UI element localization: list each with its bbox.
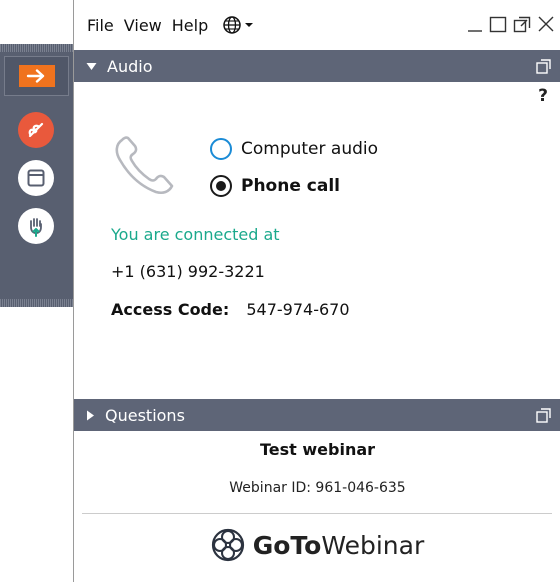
raise-hand-button[interactable] — [13, 203, 59, 249]
control-panel-strip — [0, 44, 73, 307]
questions-panel-header[interactable]: Questions — [74, 399, 560, 431]
minimize-icon[interactable] — [467, 14, 483, 34]
access-code-label: Access Code: — [111, 300, 230, 319]
menu-help[interactable]: Help — [172, 16, 208, 35]
collapse-panel-button[interactable] — [4, 56, 69, 96]
computer-audio-option[interactable]: Computer audio — [210, 138, 378, 160]
webinar-id: Webinar ID: 961-046-635 — [229, 480, 406, 496]
globe-icon — [223, 16, 241, 34]
hangup-audio-button[interactable] — [13, 107, 59, 153]
popout-panel-icon[interactable] — [536, 58, 552, 78]
audio-panel-title: Audio — [107, 56, 153, 76]
maximize-icon[interactable] — [489, 14, 507, 34]
dial-in-number: +1 (631) 992-3221 — [111, 262, 265, 281]
connection-status-text: You are connected at — [111, 225, 280, 244]
popout-icon[interactable] — [513, 14, 531, 34]
access-code-row: Access Code: 547-974-670 — [111, 300, 350, 319]
hangup-phone-icon — [18, 112, 54, 148]
window-icon — [18, 160, 54, 196]
menu-file[interactable]: File — [87, 16, 114, 35]
phone-call-radio[interactable] — [210, 175, 232, 197]
menu-view[interactable]: View — [124, 16, 162, 35]
phone-call-label: Phone call — [241, 176, 340, 196]
phone-call-option[interactable]: Phone call — [210, 175, 340, 197]
chevron-down-icon — [245, 23, 254, 27]
logo-webinar-text: Webinar — [321, 530, 425, 560]
strip-grip-top[interactable] — [0, 44, 73, 52]
raise-hand-icon — [18, 208, 54, 244]
language-menu[interactable] — [222, 15, 254, 35]
audio-help-button[interactable]: ? — [538, 86, 548, 106]
questions-panel-title: Questions — [105, 405, 185, 425]
expand-triangle-icon — [86, 410, 95, 421]
popout-panel-icon[interactable] — [536, 407, 552, 427]
screen-view-button[interactable] — [13, 155, 59, 201]
control-panel-window: File View Help Audio ? Computer audio Ph… — [73, 0, 560, 582]
computer-audio-label: Computer audio — [241, 139, 379, 159]
audio-panel-header[interactable]: Audio — [74, 50, 560, 82]
menu-bar: File View Help — [74, 0, 560, 50]
gotowebinar-logo: GoTo Webinar — [74, 528, 560, 562]
gotowebinar-logo-icon — [211, 528, 244, 562]
collapse-triangle-icon — [86, 62, 97, 71]
webinar-title: Test webinar — [259, 440, 376, 459]
computer-audio-radio[interactable] — [210, 138, 232, 160]
phone-icon — [112, 134, 180, 200]
strip-grip-bottom[interactable] — [0, 299, 73, 307]
divider — [82, 513, 552, 514]
arrow-right-icon — [18, 65, 55, 87]
logo-goto-text: GoTo — [252, 530, 322, 560]
close-icon[interactable] — [537, 14, 555, 34]
window-controls — [467, 14, 555, 34]
access-code-value: 547-974-670 — [246, 300, 350, 319]
